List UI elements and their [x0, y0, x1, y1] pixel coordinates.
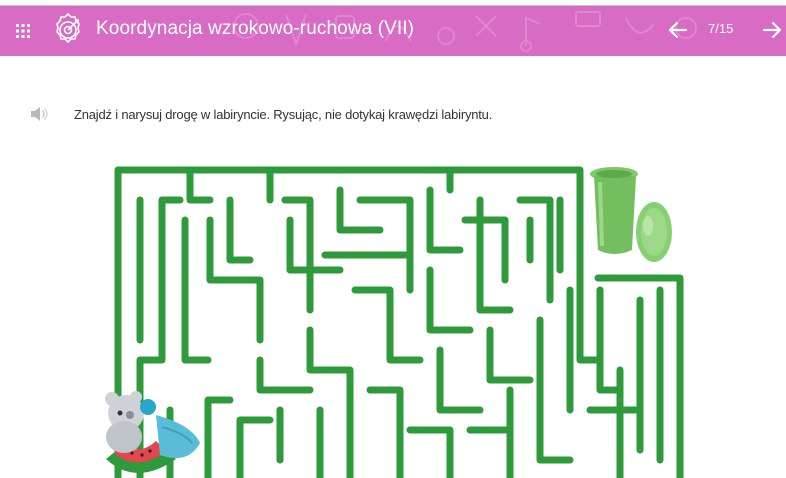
- target-dart-icon: [56, 12, 80, 44]
- speaker-icon[interactable]: [30, 106, 48, 122]
- green-trash-bin-icon: [590, 167, 672, 262]
- arrow-left-icon[interactable]: [666, 18, 690, 42]
- grid-menu-icon: [16, 24, 30, 38]
- app-header: Koordynacja wzrokowo-ruchowa (VII) 7/15: [0, 6, 786, 56]
- page-counter: 7/15: [708, 21, 734, 36]
- page-title: Koordynacja wzrokowo-ruchowa (VII): [96, 18, 415, 39]
- exercise-instruction: Znajdź i narysuj drogę w labiryncie. Rys…: [74, 107, 493, 122]
- arrow-right-icon[interactable]: [760, 18, 784, 42]
- bear-with-watermelon-icon: [105, 391, 200, 473]
- menu-button[interactable]: [10, 18, 36, 44]
